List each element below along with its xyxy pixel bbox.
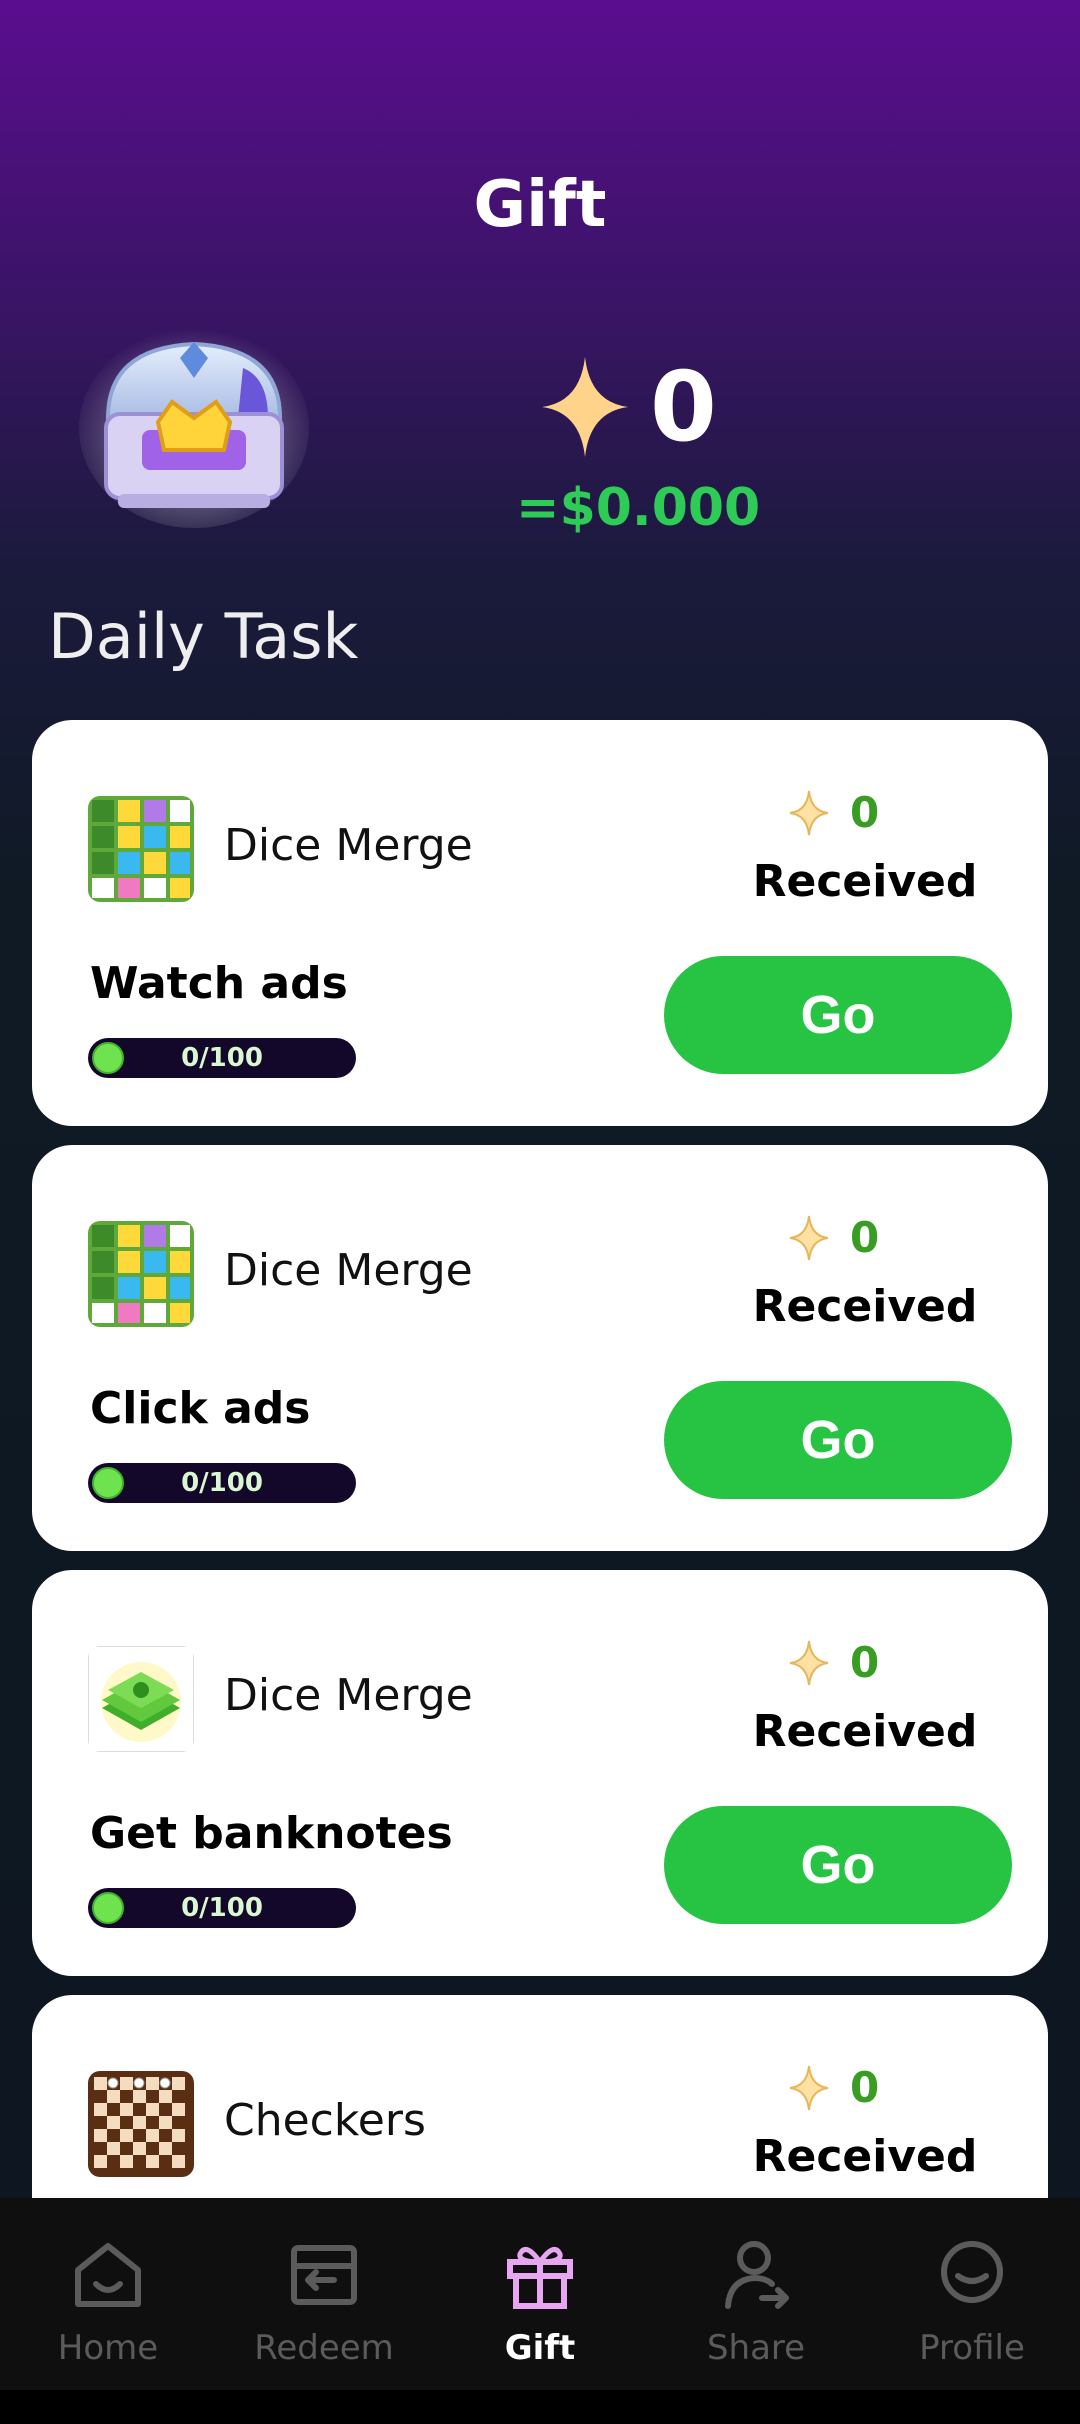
app-name: Checkers bbox=[224, 2095, 426, 2146]
system-navigation-bar bbox=[0, 2390, 1080, 2424]
received-label: Received bbox=[752, 1281, 978, 1332]
progress-indicator bbox=[92, 1042, 124, 1074]
gift-icon bbox=[507, 2247, 573, 2309]
reward-value: 0 bbox=[850, 1638, 880, 1687]
progress-bar: 0/100 bbox=[88, 1038, 356, 1078]
go-button[interactable]: Go bbox=[664, 1806, 1012, 1924]
usd-value: =$0.000 bbox=[516, 478, 761, 538]
nav-redeem[interactable]: Redeem bbox=[216, 2198, 432, 2390]
reward-value: 0 bbox=[850, 2063, 880, 2112]
nav-gift[interactable]: Gift bbox=[432, 2198, 648, 2390]
dice-merge-icon bbox=[88, 796, 194, 902]
progress-text: 0/100 bbox=[181, 1468, 263, 1498]
progress-bar: 0/100 bbox=[88, 1888, 356, 1928]
redeem-icon bbox=[291, 2245, 357, 2305]
banknotes-icon bbox=[88, 1646, 194, 1752]
nav-profile-label: Profile bbox=[919, 2328, 1025, 2368]
progress-indicator bbox=[92, 1467, 124, 1499]
received-label: Received bbox=[752, 2131, 978, 2182]
checkers-icon bbox=[88, 2071, 194, 2177]
home-icon bbox=[75, 2243, 141, 2307]
nav-share[interactable]: Share bbox=[648, 2198, 864, 2390]
received-label: Received bbox=[752, 856, 978, 907]
go-button[interactable]: Go bbox=[664, 1381, 1012, 1499]
progress-text: 0/100 bbox=[181, 1893, 263, 1923]
task-name: Click ads bbox=[90, 1383, 311, 1434]
page-title: Gift bbox=[473, 168, 607, 242]
dice-merge-icon bbox=[88, 1221, 194, 1327]
nav-profile[interactable]: Profile bbox=[864, 2198, 1080, 2390]
sparkle-icon bbox=[789, 790, 829, 835]
task-name: Watch ads bbox=[90, 958, 348, 1009]
reward: 0 bbox=[788, 2063, 879, 2112]
nav-gift-label: Gift bbox=[504, 2328, 576, 2368]
progress-indicator bbox=[92, 1892, 124, 1924]
reward: 0 bbox=[788, 788, 879, 837]
task-name: Get banknotes bbox=[90, 1808, 453, 1859]
reward: 0 bbox=[788, 1638, 879, 1687]
profile-icon bbox=[941, 2241, 1003, 2303]
progress-bar: 0/100 bbox=[88, 1463, 356, 1503]
go-button[interactable]: Go bbox=[664, 956, 1012, 1074]
treasure-chest-image bbox=[78, 318, 310, 528]
bottom-navigation: Home Redeem Gift Share Profile bbox=[0, 2198, 1080, 2390]
task-card: Dice Merge 0 Received Watch ads 0/100 Go bbox=[32, 720, 1048, 1126]
received-label: Received bbox=[752, 1706, 978, 1757]
reward: 0 bbox=[788, 1213, 879, 1262]
task-card: Dice Merge 0 Received Click ads 0/100 Go bbox=[32, 1145, 1048, 1551]
reward-value: 0 bbox=[850, 788, 880, 837]
nav-redeem-label: Redeem bbox=[254, 2328, 394, 2368]
sparkle-icon bbox=[542, 357, 628, 457]
sparkle-icon bbox=[789, 2065, 829, 2110]
task-list: Dice Merge 0 Received Watch ads 0/100 Go… bbox=[32, 720, 1048, 2420]
app-name: Dice Merge bbox=[224, 820, 473, 871]
section-title: Daily Task bbox=[48, 600, 359, 673]
share-icon bbox=[725, 2241, 789, 2309]
coin-value: 0 bbox=[650, 351, 717, 463]
coin-balance: 0 bbox=[540, 351, 717, 463]
nav-home-label: Home bbox=[57, 2328, 159, 2368]
task-card: Dice Merge 0 Received Get banknotes 0/10… bbox=[32, 1570, 1048, 1976]
app-name: Dice Merge bbox=[224, 1670, 473, 1721]
nav-home[interactable]: Home bbox=[0, 2198, 216, 2390]
reward-value: 0 bbox=[850, 1213, 880, 1262]
sparkle-icon bbox=[789, 1215, 829, 1260]
progress-text: 0/100 bbox=[181, 1043, 263, 1073]
nav-share-label: Share bbox=[706, 2328, 806, 2368]
app-name: Dice Merge bbox=[224, 1245, 473, 1296]
sparkle-icon bbox=[789, 1640, 829, 1685]
